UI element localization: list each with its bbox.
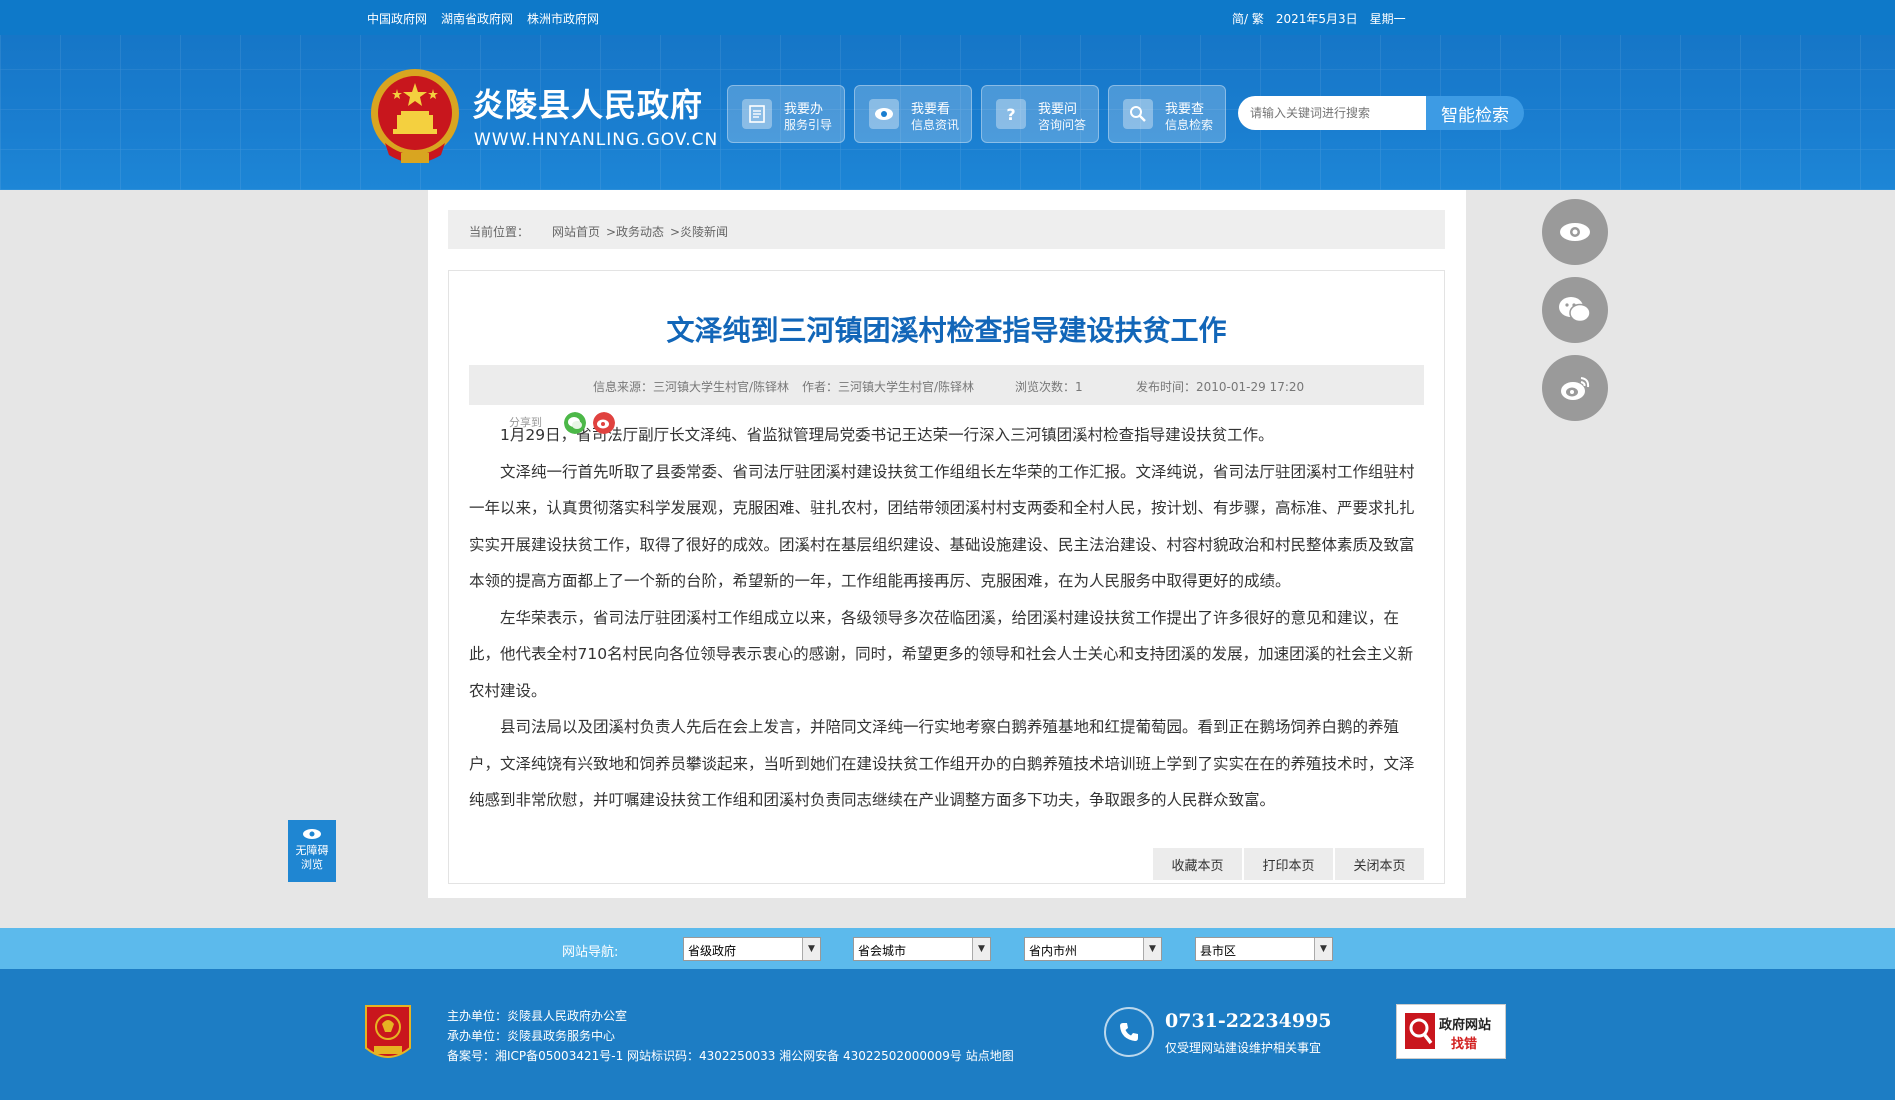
gov-link-central[interactable]: 中国政府网 — [367, 10, 427, 27]
gov-links: 中国政府网 湖南省政府网 株洲市政府网 — [367, 10, 599, 27]
meta-author: 作者：三河镇大学生村官/陈铎林 — [802, 380, 975, 394]
breadcrumb-local-news[interactable]: >炎陵新闻 — [670, 223, 728, 240]
site-domain: WWW.HNYANLING.GOV.CN — [474, 130, 719, 150]
select-province-cities[interactable]: 省内市州 ▼ — [1024, 937, 1162, 961]
meta-views: 浏览次数：1 — [1015, 380, 1083, 394]
breadcrumb: 当前位置： 网站首页 >政务动态 >炎陵新闻 — [448, 210, 1445, 249]
bookmark-page-button[interactable]: 收藏本页 — [1153, 848, 1242, 880]
gov-link-province[interactable]: 湖南省政府网 — [441, 10, 513, 27]
footer-record: 备案号：湘ICP备05003421号-1 网站标识码：4302250033 湘公… — [447, 1049, 1014, 1063]
nav-label: 我要看 — [911, 102, 951, 117]
search-box: 智能检索 — [1238, 96, 1524, 130]
nav-sublabel: 咨询问答 — [1038, 118, 1087, 132]
smart-search-button[interactable]: 智能检索 — [1426, 96, 1524, 130]
breadcrumb-news[interactable]: >政务动态 — [606, 223, 664, 240]
search-icon — [1123, 99, 1153, 129]
nav-sublabel: 信息检索 — [1165, 118, 1214, 132]
article-meta: 信息来源：三河镇大学生村官/陈铎林 作者：三河镇大学生村官/陈铎林 浏览次数：1… — [469, 365, 1424, 405]
nav-sublabel: 服务引导 — [784, 118, 833, 132]
float-weibo-button[interactable] — [1542, 355, 1608, 421]
nav-consult[interactable]: ? 我要问 咨询问答 — [981, 85, 1099, 143]
select-value: 省会城市 — [858, 944, 907, 958]
select-provincial-gov[interactable]: 省级政府 ▼ — [683, 937, 821, 961]
select-capital-cities[interactable]: 省会城市 ▼ — [853, 937, 991, 961]
nav-search[interactable]: 我要查 信息检索 — [1108, 85, 1226, 143]
nav-label: 我要办 — [784, 102, 824, 117]
footer-phone: 0731-22234995 — [1165, 1010, 1332, 1032]
chevron-down-icon: ▼ — [802, 938, 820, 960]
meta-source: 信息来源：三河镇大学生村官/陈铎林 — [593, 380, 790, 394]
footer-phone-note: 仅受理网站建设维护相关事宜 — [1165, 1041, 1322, 1055]
eye-icon — [1560, 223, 1590, 241]
error-badge-title: 政府网站 — [1439, 1018, 1492, 1033]
chevron-down-icon: ▼ — [972, 938, 990, 960]
site-footer: 主办单位：炎陵县人民政府办公室 承办单位：炎陵县政务服务中心 备案号：湘ICP备… — [0, 969, 1895, 1100]
footer-organizer: 承办单位：炎陵县政务服务中心 — [447, 1029, 616, 1043]
wechat-icon — [1559, 297, 1591, 323]
document-icon — [742, 99, 772, 129]
article-paragraph: 文泽纯一行首先听取了县委常委、省司法厅驻团溪村建设扶贫工作组组长左华荣的工作汇报… — [469, 462, 1415, 591]
website-navigation-bar: 网站导航: 省级政府 ▼ 省会城市 ▼ 省内市州 ▼ 县市区 ▼ — [0, 928, 1895, 969]
accessibility-sublabel: 浏览 — [301, 858, 323, 871]
breadcrumb-prefix: 当前位置： — [469, 225, 530, 239]
weibo-icon — [1561, 377, 1590, 400]
footer-sponsor: 主办单位：炎陵县人民政府办公室 — [447, 1009, 628, 1023]
current-date: 2021年5月3日 — [1275, 12, 1358, 26]
search-input[interactable] — [1238, 96, 1426, 130]
nav-information[interactable]: 我要看 信息资讯 — [854, 85, 972, 143]
website-nav-label: 网站导航: — [562, 945, 619, 960]
share-label: 分享到 — [509, 416, 542, 429]
weibo-share-icon[interactable] — [593, 412, 615, 434]
float-wechat-button[interactable] — [1542, 277, 1608, 343]
close-page-button[interactable]: 关闭本页 — [1335, 848, 1424, 880]
meta-published: 发布时间：2010-01-29 17:20 — [1136, 380, 1305, 394]
float-eye-button[interactable] — [1542, 199, 1608, 265]
breadcrumb-home[interactable]: 网站首页 — [552, 223, 600, 240]
nav-label: 我要问 — [1038, 102, 1078, 117]
accessibility-label: 无障碍 — [295, 844, 329, 857]
select-value: 县市区 — [1200, 944, 1237, 958]
select-value: 省级政府 — [688, 944, 737, 958]
current-weekday: 星期一 — [1369, 12, 1406, 26]
question-icon: ? — [996, 99, 1026, 129]
chevron-down-icon: ▼ — [1143, 938, 1161, 960]
print-page-button[interactable]: 打印本页 — [1244, 848, 1333, 880]
site-title: 炎陵县人民政府 — [472, 86, 704, 124]
top-right-info: 简/ 繁 2021年5月3日 星期一 — [1232, 10, 1406, 27]
article-title: 文泽纯到三河镇团溪村检查指导建设扶贫工作 — [666, 314, 1227, 347]
main-content-panel: 当前位置： 网站首页 >政务动态 >炎陵新闻 文泽纯到三河镇团溪村检查指导建设扶… — [428, 190, 1466, 898]
nav-label: 我要查 — [1165, 102, 1205, 117]
select-value: 省内市州 — [1029, 944, 1078, 958]
article-paragraph: 左华荣表示，省司法厅驻团溪村工作组成立以来，各级领导多次莅临团溪，给团溪村建设扶… — [469, 608, 1414, 700]
nav-sublabel: 信息资讯 — [911, 118, 960, 132]
eye-icon — [303, 829, 321, 839]
wechat-share-icon[interactable] — [564, 412, 586, 434]
gov-link-city[interactable]: 株洲市政府网 — [527, 10, 599, 27]
magnifier-icon — [1405, 1013, 1435, 1049]
select-counties[interactable]: 县市区 ▼ — [1195, 937, 1333, 961]
gov-site-error-report-badge[interactable]: 政府网站 找错 — [1396, 1004, 1506, 1059]
national-emblem-icon — [371, 69, 459, 163]
article-actions: 收藏本页 打印本页 关闭本页 — [1153, 848, 1424, 880]
article-paragraph: 县司法局以及团溪村负责人先后在会上发言，并陪同文泽纯一行实地考察白鹅养殖基地和红… — [469, 718, 1415, 809]
chevron-down-icon: ▼ — [1314, 938, 1332, 960]
nav-service-guide[interactable]: 我要办 服务引导 — [727, 85, 845, 143]
party-government-emblem-icon[interactable] — [362, 1002, 414, 1066]
accessibility-button[interactable]: 无障碍 浏览 — [288, 820, 336, 882]
top-utility-bar: 中国政府网 湖南省政府网 株洲市政府网 简/ 繁 2021年5月3日 星期一 — [0, 0, 1895, 35]
article-body: 1月29日，省司法厅副厅长文泽纯、省监狱管理局党委书记王达荣一行深入三河镇团溪村… — [469, 417, 1424, 819]
eye-icon — [869, 99, 899, 129]
error-badge-action: 找错 — [1451, 1037, 1478, 1052]
article-container: 文泽纯到三河镇团溪村检查指导建设扶贫工作 信息来源：三河镇大学生村官/陈铎林 作… — [448, 270, 1445, 884]
lang-switch[interactable]: 简/ 繁 — [1232, 10, 1264, 27]
phone-icon — [1104, 1007, 1154, 1057]
site-header: 炎陵县人民政府 WWW.HNYANLING.GOV.CN 我要办 服务引导 我要… — [0, 35, 1895, 190]
